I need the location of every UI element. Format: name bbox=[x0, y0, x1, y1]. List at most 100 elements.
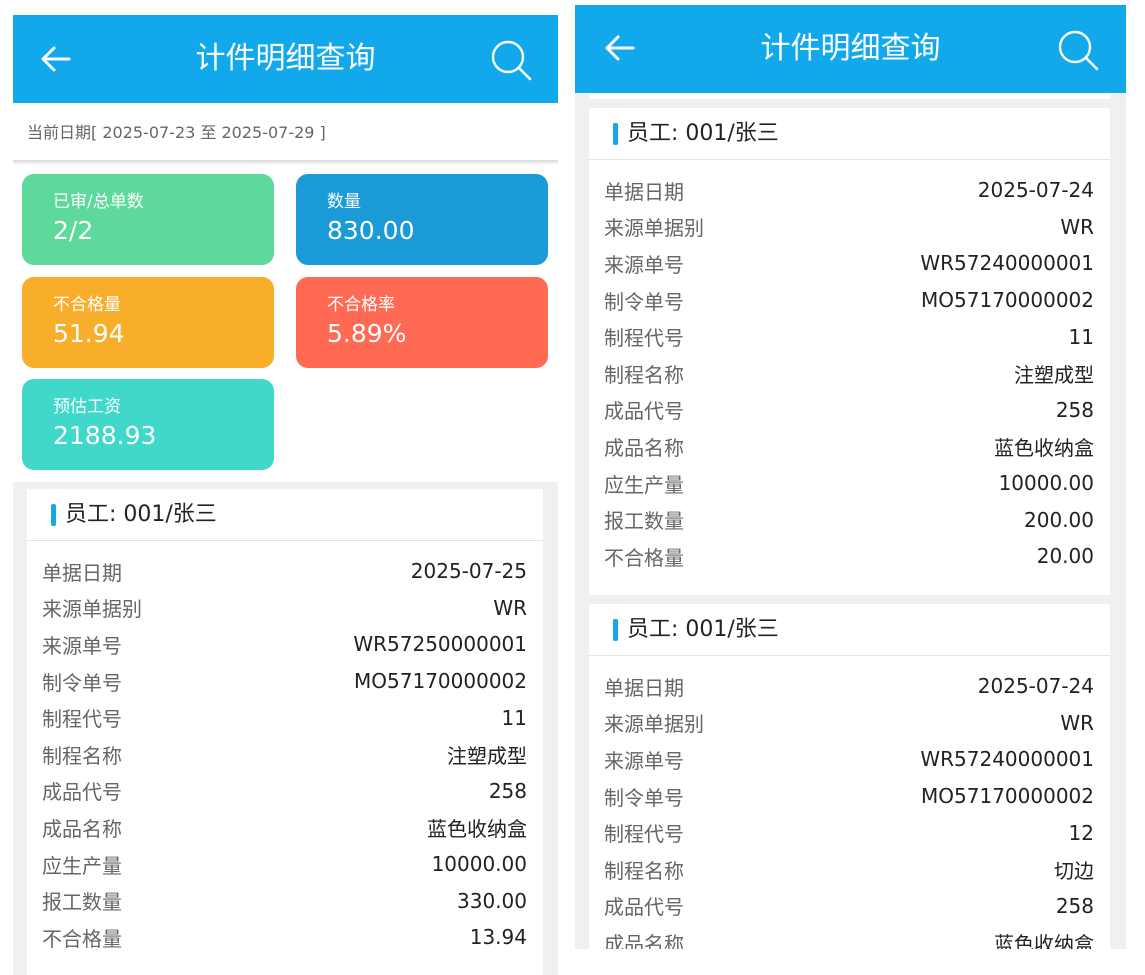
page-title: 计件明细查询 bbox=[195, 41, 376, 76]
employee-label: 员工: 001/张三 bbox=[65, 502, 217, 527]
card-header: 员工: 001/张三 bbox=[589, 604, 1110, 656]
detail-row: 报工数量 330.00 bbox=[27, 882, 543, 919]
stat-tile-quantity: 数量 830.00 bbox=[296, 174, 548, 265]
left-screen: 计件明细查询 当前日期[ 2025-07-23 至 2025-07-29 ] 已… bbox=[13, 15, 558, 975]
field-value: 11 bbox=[1068, 324, 1094, 349]
field-label: 报工数量 bbox=[42, 890, 122, 915]
record-card[interactable]: 员工: 001/张三 单据日期 2025-07-24 来源单据别 WR 来源单号 WR57… bbox=[589, 108, 1110, 595]
detail-row: 制程代号 11 bbox=[589, 318, 1110, 355]
stat-tile-reviewed: 已审/总单数 2/2 bbox=[22, 174, 274, 265]
field-label: 成品名称 bbox=[604, 931, 684, 949]
detail-row: 不合格量 13.94 bbox=[27, 919, 543, 956]
field-value: MO57170000002 bbox=[354, 669, 527, 694]
field-value: WR bbox=[1060, 214, 1094, 239]
detail-row: 成品名称 蓝色收纳盒 bbox=[589, 428, 1110, 465]
stat-value: 2/2 bbox=[53, 216, 94, 245]
field-label: 单据日期 bbox=[42, 560, 122, 585]
stat-tile-est-wage: 预估工资 2188.93 bbox=[22, 379, 274, 470]
card-body: 单据日期 2025-07-24 来源单据别 WR 来源单号 WR57240000001 制令… bbox=[589, 160, 1110, 575]
field-label: 制令单号 bbox=[604, 289, 684, 314]
field-value: 蓝色收纳盒 bbox=[994, 931, 1094, 949]
record-card[interactable]: 员工: 001/张三 单据日期 2025-07-25 来源单据别 WR 来源单号 WR57… bbox=[27, 489, 543, 975]
field-label: 成品代号 bbox=[42, 780, 122, 805]
field-label: 来源单据别 bbox=[42, 597, 142, 622]
search-icon[interactable] bbox=[1056, 28, 1100, 72]
field-value: WR57250000001 bbox=[353, 632, 527, 657]
field-value: 258 bbox=[1055, 893, 1094, 918]
card-header: 员工: 001/张三 bbox=[589, 108, 1110, 160]
detail-row: 来源单据别 WR bbox=[589, 209, 1110, 246]
detail-row: 成品名称 蓝色收纳盒 bbox=[27, 809, 543, 846]
field-label: 成品代号 bbox=[604, 895, 684, 920]
detail-row: 制程代号 12 bbox=[589, 814, 1110, 851]
stat-value: 830.00 bbox=[327, 216, 415, 245]
field-value: 2025-07-25 bbox=[410, 559, 527, 584]
field-label: 制程代号 bbox=[42, 707, 122, 732]
detail-row: 应生产量 10000.00 bbox=[589, 465, 1110, 502]
search-icon[interactable] bbox=[489, 38, 533, 82]
field-label: 制程名称 bbox=[42, 743, 122, 768]
stat-value: 5.89% bbox=[327, 319, 407, 348]
field-label: 应生产量 bbox=[42, 853, 122, 878]
field-label: 成品代号 bbox=[604, 399, 684, 424]
field-value: 20.00 bbox=[1036, 544, 1094, 569]
field-value: 200.00 bbox=[1024, 507, 1094, 532]
detail-row: 不合格量 20.00 bbox=[589, 538, 1110, 575]
detail-row: 制令单号 MO57170000002 bbox=[589, 778, 1110, 815]
detail-row: 制程名称 注塑成型 bbox=[589, 355, 1110, 392]
field-value: 258 bbox=[488, 778, 527, 803]
field-value: WR57240000001 bbox=[920, 747, 1094, 772]
detail-row: 单据日期 2025-07-24 bbox=[589, 172, 1110, 209]
employee-label: 员工: 001/张三 bbox=[627, 121, 779, 146]
stats-panel: 已审/总单数 2/2 数量 830.00 不合格量 51.94 不合格率 5.8… bbox=[13, 164, 558, 482]
field-label: 应生产量 bbox=[604, 472, 684, 497]
page-title: 计件明细查询 bbox=[760, 31, 941, 66]
field-label: 不合格量 bbox=[604, 545, 684, 570]
field-label: 来源单号 bbox=[604, 252, 684, 277]
field-label: 来源单号 bbox=[42, 633, 122, 658]
field-label: 成品名称 bbox=[604, 435, 684, 460]
field-label: 报工数量 bbox=[604, 509, 684, 534]
stat-value: 2188.93 bbox=[53, 421, 157, 450]
detail-row: 成品代号 258 bbox=[27, 773, 543, 810]
field-value: 10000.00 bbox=[431, 852, 527, 877]
field-value: 13.94 bbox=[469, 925, 527, 950]
stat-label: 不合格量 bbox=[53, 295, 121, 315]
card-body: 单据日期 2025-07-24 来源单据别 WR 来源单号 WR57240000001 制令… bbox=[589, 656, 1110, 949]
field-label: 单据日期 bbox=[604, 675, 684, 700]
field-value: 330.00 bbox=[457, 888, 527, 913]
date-range: 当前日期[ 2025-07-23 至 2025-07-29 ] bbox=[13, 103, 558, 162]
field-label: 制程名称 bbox=[604, 362, 684, 387]
employee-label: 员工: 001/张三 bbox=[627, 617, 779, 642]
detail-row: 成品代号 258 bbox=[589, 392, 1110, 429]
field-label: 制令单号 bbox=[604, 785, 684, 810]
detail-row: 来源单号 WR57250000001 bbox=[27, 626, 543, 663]
detail-row: 制令单号 MO57170000002 bbox=[589, 282, 1110, 319]
field-value: WR bbox=[1060, 710, 1094, 735]
stat-label: 已审/总单数 bbox=[53, 192, 144, 212]
field-value: WR bbox=[493, 595, 527, 620]
record-card[interactable]: 员工: 001/张三 单据日期 2025-07-24 来源单据别 WR 来源单号 WR57… bbox=[589, 604, 1110, 949]
stat-tile-defect-qty: 不合格量 51.94 bbox=[22, 277, 274, 368]
field-value: WR57240000001 bbox=[920, 251, 1094, 276]
field-label: 单据日期 bbox=[604, 179, 684, 204]
field-label: 不合格量 bbox=[42, 926, 122, 951]
field-label: 制程代号 bbox=[604, 822, 684, 847]
detail-row: 应生产量 10000.00 bbox=[27, 846, 543, 883]
field-label: 制程代号 bbox=[604, 326, 684, 351]
field-label: 制程名称 bbox=[604, 858, 684, 883]
card-header: 员工: 001/张三 bbox=[27, 489, 543, 541]
right-screen: 员工: 001/张三 单据日期 2025-07-24 来源单据别 WR 来源单号 WR57… bbox=[575, 5, 1126, 949]
field-value: 注塑成型 bbox=[447, 743, 527, 768]
stat-label: 预估工资 bbox=[53, 397, 121, 417]
detail-row: 报工数量 200.00 bbox=[589, 501, 1110, 538]
field-value: 2025-07-24 bbox=[977, 674, 1094, 699]
field-value: 切边 bbox=[1054, 858, 1094, 883]
field-value: 蓝色收纳盒 bbox=[994, 435, 1094, 460]
field-value: 2025-07-24 bbox=[977, 178, 1094, 203]
stat-tile-defect-rate: 不合格率 5.89% bbox=[296, 277, 548, 368]
detail-row: 制程代号 11 bbox=[27, 699, 543, 736]
detail-row: 制程名称 注塑成型 bbox=[27, 736, 543, 773]
card-body: 单据日期 2025-07-25 来源单据别 WR 来源单号 WR57250000001 制令… bbox=[27, 541, 543, 956]
accent-bar bbox=[51, 504, 56, 526]
